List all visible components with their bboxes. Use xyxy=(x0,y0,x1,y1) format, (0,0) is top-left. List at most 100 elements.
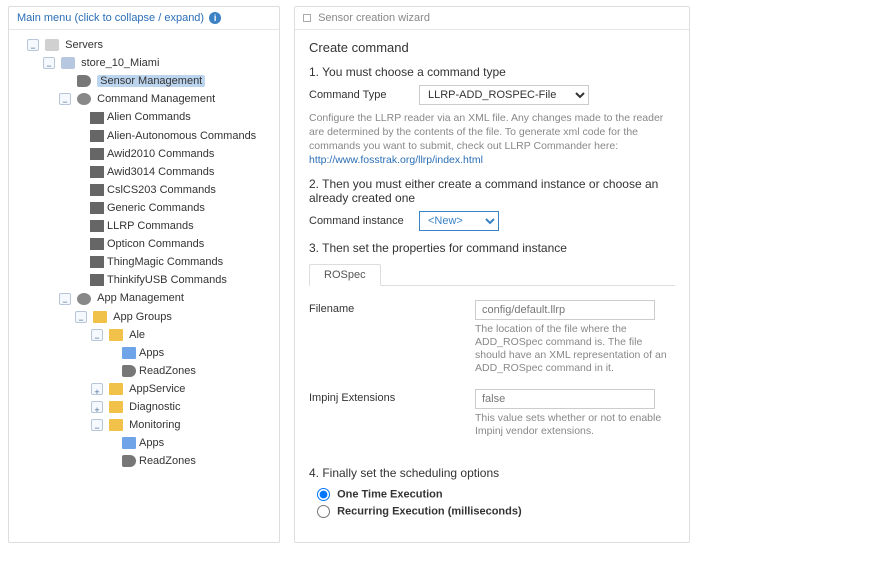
readzone-icon xyxy=(122,365,136,377)
command-type-label: Command Type xyxy=(309,89,419,101)
tree-label[interactable]: Alien Commands xyxy=(107,112,191,124)
cmd-icon xyxy=(90,130,104,142)
filename-label: Filename xyxy=(309,300,475,375)
tree-label[interactable]: App Groups xyxy=(113,311,172,323)
fosstrak-link[interactable]: http://www.fosstrak.org/llrp/index.html xyxy=(309,154,483,166)
collapse-icon[interactable]: − xyxy=(91,329,103,341)
tree-node-cmd[interactable]: Alien-Autonomous Commands xyxy=(15,127,273,145)
folder-icon xyxy=(109,401,123,413)
tree-label[interactable]: Apps xyxy=(139,437,164,449)
wizard-panel: Sensor creation wizard Create command 1.… xyxy=(294,6,690,543)
collapse-icon[interactable]: − xyxy=(27,39,39,51)
main-menu-title[interactable]: Main menu (click to collapse / expand) xyxy=(17,12,204,24)
tree-node-app-management[interactable]: − App Management xyxy=(15,289,273,307)
main-menu-header[interactable]: Main menu (click to collapse / expand) i xyxy=(9,7,279,30)
wizard-title: Create command xyxy=(309,40,675,55)
tree-node-cmd[interactable]: LLRP Commands xyxy=(15,217,273,235)
tree-node-cmd[interactable]: ThinkifyUSB Commands xyxy=(15,271,273,289)
command-instance-label: Command instance xyxy=(309,215,419,227)
tree-node-cmd[interactable]: ThingMagic Commands xyxy=(15,253,273,271)
collapse-icon[interactable]: − xyxy=(59,293,71,305)
collapse-icon[interactable]: − xyxy=(59,93,71,105)
step-2-heading: 2. Then you must either create a command… xyxy=(309,177,675,205)
tree-label[interactable]: Generic Commands xyxy=(107,202,205,214)
collapse-icon[interactable]: − xyxy=(43,57,55,69)
tree-node-diagnostic[interactable]: + Diagnostic xyxy=(15,398,273,416)
tree-node-cmd[interactable]: CslCS203 Commands xyxy=(15,181,273,199)
tree-label[interactable]: Ale xyxy=(129,329,145,341)
folder-icon xyxy=(93,311,107,323)
sensor-icon xyxy=(77,75,91,87)
tree-label[interactable]: AppService xyxy=(129,383,185,395)
tree-label[interactable]: Awid2010 Commands xyxy=(107,148,214,160)
gear-icon xyxy=(77,293,91,305)
tree-label[interactable]: store_10_Miami xyxy=(81,57,159,69)
tree-node-sensor-management[interactable]: Sensor Management xyxy=(15,72,273,90)
cmd-icon xyxy=(90,148,104,160)
collapse-box-icon[interactable] xyxy=(303,14,311,22)
tree-node-cmd[interactable]: Generic Commands xyxy=(15,199,273,217)
tree-node-monitoring[interactable]: − Monitoring xyxy=(15,416,273,434)
sched-recurring[interactable]: Recurring Execution (milliseconds) xyxy=(317,505,675,518)
impinj-ext-input[interactable] xyxy=(475,389,655,409)
tree-node-mon-apps[interactable]: Apps xyxy=(15,434,273,452)
cmd-icon xyxy=(90,184,104,196)
info-icon[interactable]: i xyxy=(209,12,221,24)
tab-rospec[interactable]: ROSpec xyxy=(309,264,381,286)
tree-node-servers[interactable]: − Servers xyxy=(15,36,273,54)
wizard-header: Sensor creation wizard xyxy=(295,7,689,30)
tree-label[interactable]: App Management xyxy=(97,293,184,305)
collapse-icon[interactable]: − xyxy=(91,419,103,431)
tree-node-ale-readzones[interactable]: ReadZones xyxy=(15,362,273,380)
collapse-icon[interactable]: − xyxy=(75,311,87,323)
tree-label[interactable]: Opticon Commands xyxy=(107,238,204,250)
tree-label[interactable]: LLRP Commands xyxy=(107,220,194,232)
tree-node-ale[interactable]: − Ale xyxy=(15,326,273,344)
tree-label[interactable]: Awid3014 Commands xyxy=(107,166,214,178)
tree-label[interactable]: Diagnostic xyxy=(129,401,180,413)
expand-icon[interactable]: + xyxy=(91,401,103,413)
tree-label[interactable]: Alien-Autonomous Commands xyxy=(107,130,256,142)
tree-label[interactable]: ReadZones xyxy=(139,365,196,377)
impinj-ext-label: Impinj Extensions xyxy=(309,389,475,438)
recurring-radio[interactable] xyxy=(317,505,330,518)
tree-node-cmd[interactable]: Awid2010 Commands xyxy=(15,145,273,163)
readzone-icon xyxy=(122,455,136,467)
tree-label[interactable]: ThinkifyUSB Commands xyxy=(107,274,227,286)
tree-node-command-management[interactable]: − Command Management xyxy=(15,90,273,108)
tree-node-store[interactable]: − store_10_Miami xyxy=(15,54,273,72)
tree-node-ale-apps[interactable]: Apps xyxy=(15,344,273,362)
folder-icon xyxy=(122,347,136,359)
step-1-heading: 1. You must choose a command type xyxy=(309,65,675,79)
scheduling-options: One Time Execution Recurring Execution (… xyxy=(309,488,675,518)
tree-node-appservice[interactable]: + AppService xyxy=(15,380,273,398)
tree-label[interactable]: Servers xyxy=(65,39,103,51)
wizard-header-title: Sensor creation wizard xyxy=(318,12,430,24)
tree-label[interactable]: Sensor Management xyxy=(97,75,205,87)
command-type-hint: Configure the LLRP reader via an XML fil… xyxy=(309,111,669,167)
tree-label[interactable]: Monitoring xyxy=(129,419,180,431)
sched-one-time[interactable]: One Time Execution xyxy=(317,488,675,501)
step-4-heading: 4. Finally set the scheduling options xyxy=(309,466,675,480)
tree-node-app-groups[interactable]: − App Groups xyxy=(15,308,273,326)
cmd-icon xyxy=(90,238,104,250)
tree-label[interactable]: ThingMagic Commands xyxy=(107,256,223,268)
tree-label[interactable]: Apps xyxy=(139,347,164,359)
recurring-label: Recurring Execution (milliseconds) xyxy=(337,505,522,517)
nav-tree: − Servers − store_10_Miami Sensor Manage… xyxy=(9,30,279,482)
command-instance-select[interactable]: <New> xyxy=(419,211,499,231)
tree-node-cmd[interactable]: Alien Commands xyxy=(15,108,273,126)
tree-node-mon-readzones[interactable]: ReadZones xyxy=(15,452,273,470)
command-type-select[interactable]: LLRP-ADD_ROSPEC-File xyxy=(419,85,589,105)
cmd-icon xyxy=(90,202,104,214)
tree-label[interactable]: ReadZones xyxy=(139,455,196,467)
one-time-radio[interactable] xyxy=(317,488,330,501)
one-time-label: One Time Execution xyxy=(337,488,443,500)
tree-label[interactable]: Command Management xyxy=(97,93,215,105)
tree-node-cmd[interactable]: Awid3014 Commands xyxy=(15,163,273,181)
filename-input[interactable] xyxy=(475,300,655,320)
servers-icon xyxy=(45,39,59,51)
tree-node-cmd[interactable]: Opticon Commands xyxy=(15,235,273,253)
tree-label[interactable]: CslCS203 Commands xyxy=(107,184,216,196)
expand-icon[interactable]: + xyxy=(91,383,103,395)
